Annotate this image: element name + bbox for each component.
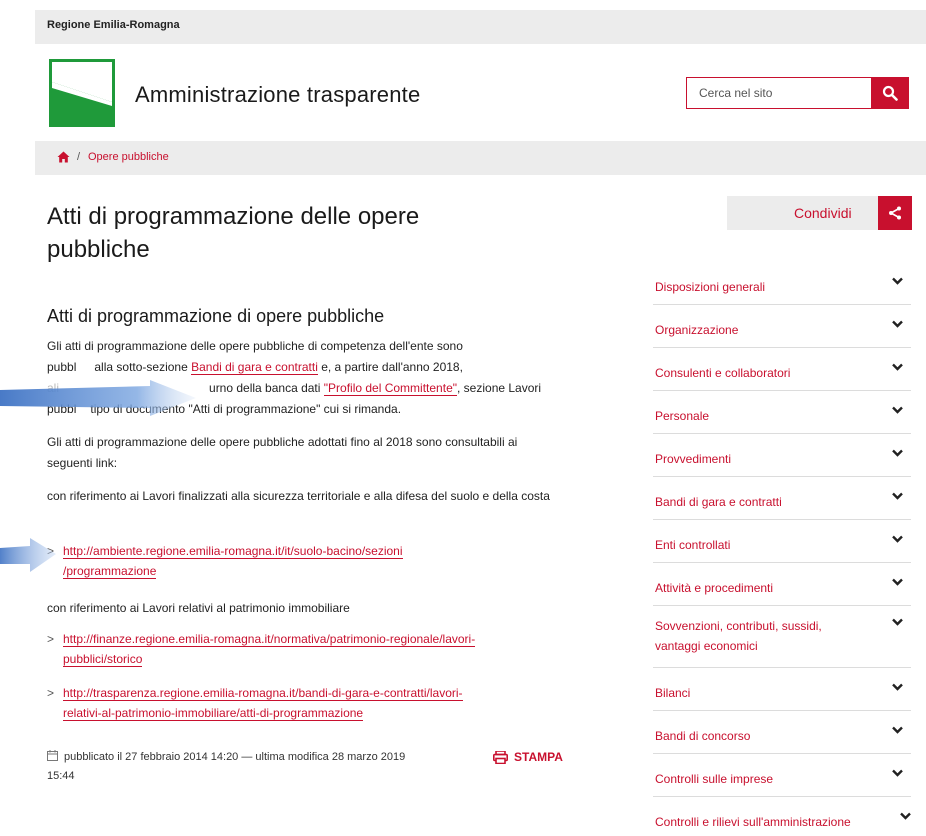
search-button[interactable] bbox=[871, 77, 909, 109]
nav-item-bandi-gara[interactable]: Bandi di gara e contratti bbox=[653, 477, 911, 520]
intro-text: urno della banca dati bbox=[209, 381, 324, 395]
print-label: STAMPA bbox=[514, 750, 563, 764]
print-icon bbox=[493, 750, 508, 764]
nav-item-bilanci[interactable]: Bilanci bbox=[653, 668, 911, 711]
logo-graphic bbox=[52, 62, 112, 124]
nav-item-controlli-rilievi[interactable]: Controlli e rilievi sull'amministrazione bbox=[653, 797, 911, 836]
share-label[interactable]: Condividi bbox=[794, 205, 852, 221]
top-bar: Regione Emilia-Romagna bbox=[35, 10, 926, 44]
intro-text: alla sotto-sezione bbox=[94, 360, 192, 374]
nav-item-enti-controllati[interactable]: Enti controllati bbox=[653, 520, 911, 563]
chevron-down-icon bbox=[892, 449, 903, 457]
share-icon bbox=[889, 206, 901, 220]
chevron-right-icon: > bbox=[47, 686, 55, 700]
breadcrumb: / Opere pubbliche bbox=[35, 141, 926, 175]
section-title: Atti di programmazione di opere pubblich… bbox=[47, 306, 385, 326]
breadcrumb-current[interactable]: Opere pubbliche bbox=[88, 151, 169, 163]
chevron-down-icon bbox=[892, 535, 903, 543]
region-label[interactable]: Regione Emilia-Romagna bbox=[47, 19, 180, 31]
arrow-annotation bbox=[0, 380, 196, 416]
bandi-link[interactable]: Bandi di gara e contratti bbox=[191, 360, 318, 375]
profilo-committente-link[interactable]: "Profilo del Committente" bbox=[323, 381, 458, 396]
arrow-annotation bbox=[0, 538, 56, 572]
chevron-right-icon: > bbox=[47, 632, 55, 646]
share-button[interactable] bbox=[878, 196, 912, 230]
list-item: > http://finanze.regione.emilia-romagna.i… bbox=[47, 629, 567, 669]
nav-item-consulenti[interactable]: Consulenti e collaboratori bbox=[653, 348, 911, 391]
nav-item-bandi-concorso[interactable]: Bandi di concorso bbox=[653, 711, 911, 754]
home-icon[interactable] bbox=[57, 150, 70, 168]
archive-paragraph: Gli atti di programmazione delle opere p… bbox=[47, 435, 518, 470]
nav-item-personale[interactable]: Personale bbox=[653, 391, 911, 434]
search-input[interactable] bbox=[686, 77, 871, 109]
chevron-down-icon bbox=[892, 683, 903, 691]
intro-text: e, a partire dall'anno 2018, bbox=[317, 360, 463, 374]
nav-item-disposizioni-generali[interactable]: Disposizioni generali bbox=[653, 262, 911, 305]
nav-item-sovvenzioni[interactable]: Sovvenzioni, contributi, sussidi, vantag… bbox=[653, 606, 911, 668]
nav-item-controlli-imprese[interactable]: Controlli sulle imprese bbox=[653, 754, 911, 797]
patrimonio-paragraph: con riferimento ai Lavori relativi al pa… bbox=[47, 601, 350, 615]
nav-item-provvedimenti[interactable]: Provvedimenti bbox=[653, 434, 911, 477]
search-form bbox=[686, 77, 926, 109]
list-item: >http://ambiente.regione.emilia-romagna.… bbox=[47, 541, 567, 581]
nav-item-attivita-procedimenti[interactable]: Attività e procedimenti bbox=[653, 563, 911, 606]
site-logo[interactable] bbox=[49, 59, 115, 127]
site-title[interactable]: Amministrazione trasparente bbox=[135, 82, 420, 108]
chevron-down-icon bbox=[892, 492, 903, 500]
list-item: > http://trasparenza.regione.emilia-romag… bbox=[47, 683, 567, 723]
publication-meta: pubblicato il 27 febbraio 2014 14:20 — u… bbox=[47, 748, 467, 786]
chevron-down-icon bbox=[892, 769, 903, 777]
intro-line: pubbl alla sotto-sezione Bandi di gara e … bbox=[47, 357, 567, 378]
intro-text: , sezione Lavori bbox=[457, 381, 542, 395]
trasparenza-link[interactable]: http://trasparenza.regione.emilia-romagn… bbox=[63, 686, 463, 701]
chevron-down-icon bbox=[900, 812, 911, 820]
page-title: Atti di programmazione delle opere pubbl… bbox=[47, 203, 420, 263]
side-navigation: Disposizioni generali Organizzazione Con… bbox=[653, 262, 911, 836]
publication-date: pubblicato il 27 febbraio 2014 14:20 — u… bbox=[64, 751, 406, 763]
breadcrumb-separator: / bbox=[77, 151, 81, 163]
chevron-down-icon bbox=[892, 618, 903, 626]
intro-line: Gli atti di programmazione delle opere p… bbox=[47, 339, 463, 353]
print-button[interactable]: STAMPA bbox=[493, 750, 563, 764]
chevron-down-icon bbox=[892, 726, 903, 734]
finanze-link[interactable]: http://finanze.regione.emilia-romagna.it… bbox=[63, 632, 476, 647]
chevron-down-icon bbox=[892, 578, 903, 586]
intro-text: pubbl bbox=[47, 360, 77, 374]
modification-time: 15:44 bbox=[47, 770, 75, 782]
site-header: Amministrazione trasparente bbox=[35, 44, 926, 144]
finanze-link-cont[interactable]: pubblici/storico bbox=[63, 652, 143, 667]
calendar-icon bbox=[47, 750, 58, 761]
search-icon bbox=[882, 85, 898, 101]
chevron-down-icon bbox=[892, 277, 903, 285]
chevron-down-icon bbox=[892, 406, 903, 414]
ambiente-link[interactable]: http://ambiente.regione.emilia-romagna.i… bbox=[63, 544, 403, 559]
chevron-down-icon bbox=[892, 363, 903, 371]
share-box: Condividi bbox=[727, 196, 912, 230]
nav-item-organizzazione[interactable]: Organizzazione bbox=[653, 305, 911, 348]
ambiente-link-cont[interactable]: /programmazione bbox=[63, 564, 157, 579]
chevron-down-icon bbox=[892, 320, 903, 328]
territorial-paragraph: con riferimento ai Lavori finalizzati al… bbox=[47, 489, 550, 503]
trasparenza-link-cont[interactable]: relativi-al-patrimonio-immobiliare/atti-… bbox=[63, 706, 364, 721]
